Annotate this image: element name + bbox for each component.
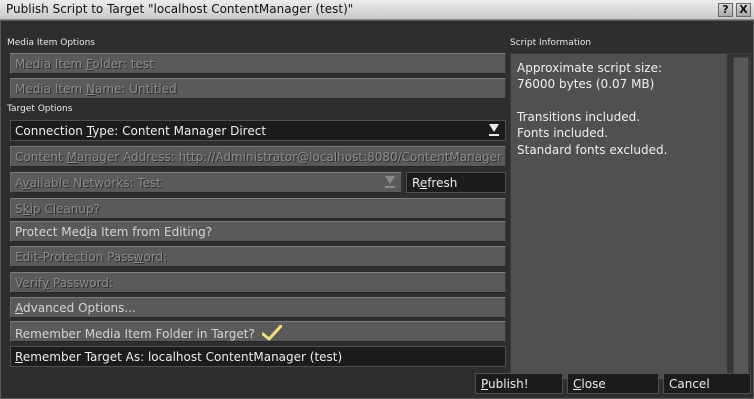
protect-pre: Protect Med (15, 225, 87, 239)
networks-rest: ailable Networks: Test (29, 176, 161, 190)
connection-type-rest: ype: Content Manager Direct (92, 124, 267, 138)
verify-password-field[interactable]: Verify Password: (10, 272, 506, 293)
address-pre: Content (15, 150, 67, 164)
media-name-field[interactable]: Media Item Name: Untitled (10, 78, 506, 99)
script-info-line: Transitions included. (517, 110, 641, 124)
script-info-line: Standard fonts excluded. (517, 143, 668, 157)
script-info-line: Fonts included. (517, 126, 609, 140)
media-folder-field[interactable]: Media Item Folder: test (10, 53, 506, 74)
refresh-rest: fresh (427, 176, 458, 190)
script-info-scrollbar[interactable] (729, 53, 751, 380)
connection-type-pre: Connection (15, 124, 87, 138)
advanced-options-button[interactable]: Advanced Options... (10, 297, 506, 318)
edit-password-rest: ord: (143, 250, 168, 264)
available-networks-dropdown[interactable]: Available Networks: Test (10, 172, 402, 193)
refresh-pre: R (412, 176, 420, 190)
media-options-label: Media Item Options (7, 38, 95, 48)
media-name-label-rest: ame: Untitled (94, 82, 177, 96)
remember-target-field[interactable]: Remember Target As: localhost ContentMan… (10, 346, 506, 367)
edit-protection-password-field[interactable]: Edit-Protection Password: (10, 246, 506, 267)
protect-media-toggle[interactable]: Protect Media Item from Editing? (10, 221, 506, 242)
publish-key: P (481, 377, 489, 391)
close-rest: lose (581, 377, 606, 391)
remember-folder-text: Remember Media Item Folder in Target? (15, 327, 255, 341)
edit-password-key: w (133, 250, 144, 264)
refresh-button[interactable]: Refresh (406, 172, 506, 193)
target-options-label: Target Options (7, 104, 73, 114)
script-info-line: 76000 bytes (0.07 MB) (517, 77, 655, 91)
verify-password-rest: Password: (49, 276, 113, 290)
checkmark-icon (261, 324, 283, 341)
edit-password-pre: Edit-Protection Pass (15, 250, 134, 264)
advanced-rest: dvanced Options... (23, 301, 136, 315)
networks-key: v (22, 176, 30, 190)
address-rest: anager Address: http://Administrator@loc… (76, 150, 506, 164)
scroll-thumb[interactable] (733, 57, 749, 378)
close-button[interactable]: Close (567, 373, 659, 394)
dropdown-arrow-icon (385, 176, 395, 188)
title-bar: Publish Script to Target "localhost Cont… (0, 0, 754, 20)
skip-cleanup-pre: S (15, 202, 23, 216)
script-info-line: Approximate script size: (517, 61, 663, 75)
address-key: M (66, 150, 77, 164)
skip-cleanup-key: k (22, 202, 30, 216)
media-folder-label-pre: Media Item (15, 57, 86, 71)
script-info-label: Script Information (510, 38, 592, 48)
connection-type-dropdown[interactable]: Connection Type: Content Manager Direct (10, 120, 506, 141)
remember-target-key: R (15, 350, 23, 364)
publish-dialog: Media Item Options Media Item Folder: te… (0, 20, 754, 399)
dropdown-arrow-icon (489, 124, 499, 136)
skip-cleanup-toggle[interactable]: Skip Cleanup? (10, 198, 506, 219)
help-button[interactable]: ? (718, 3, 733, 17)
script-info-panel: Approximate script size: 76000 bytes (0.… (510, 53, 728, 380)
media-folder-label-rest: older: test (92, 57, 154, 71)
publish-button[interactable]: Publish! (475, 373, 563, 394)
window-title: Publish Script to Target "localhost Cont… (6, 2, 354, 16)
media-name-label-pre: Media Item (15, 82, 86, 96)
content-manager-address-field[interactable]: Content Manager Address: http://Administ… (10, 146, 506, 167)
close-window-button[interactable]: X (736, 3, 751, 17)
protect-rest: a Item from Editing? (89, 225, 213, 239)
remember-folder-toggle[interactable]: Remember Media Item Folder in Target? (10, 321, 506, 342)
publish-rest: ublish! (488, 377, 529, 391)
skip-cleanup-rest: ip Cleanup? (29, 202, 100, 216)
networks-pre: A (15, 176, 23, 190)
media-name-key: N (86, 82, 95, 96)
remember-target-rest: emember Target As: localhost ContentMana… (22, 350, 343, 364)
verify-password-pre: Verif (15, 276, 42, 290)
verify-password-key: y (41, 276, 50, 290)
advanced-key: A (15, 301, 23, 315)
cancel-button[interactable]: Cancel (663, 373, 751, 394)
